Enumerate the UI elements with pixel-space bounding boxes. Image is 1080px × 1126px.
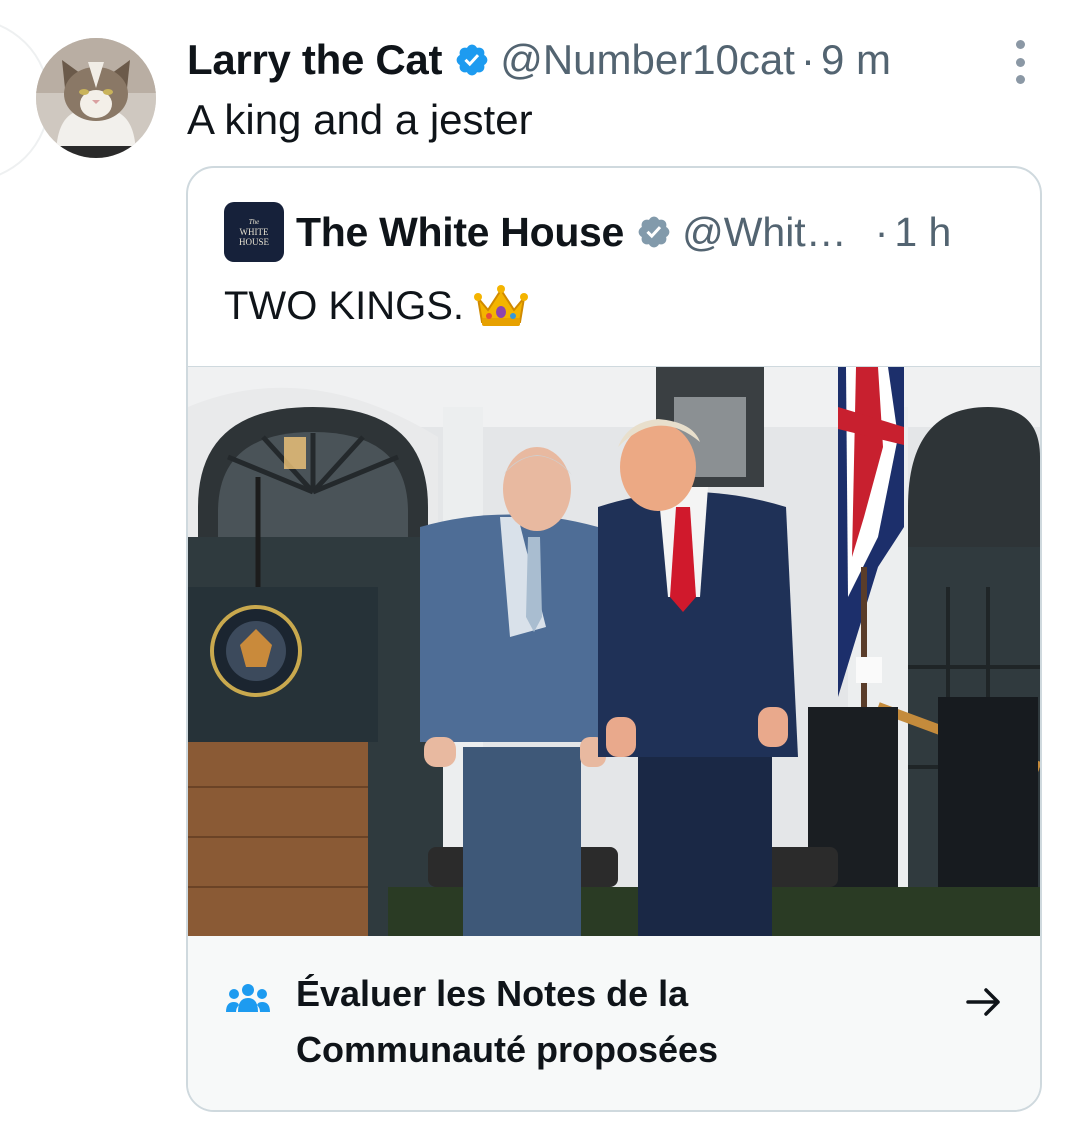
- community-notes-bar[interactable]: Évaluer les Notes de la Communauté propo…: [188, 936, 1040, 1110]
- author-handle[interactable]: @Number10cat: [500, 36, 795, 84]
- author-name[interactable]: Larry the Cat: [187, 36, 442, 84]
- quoted-text-row: TWO KINGS.: [224, 280, 528, 332]
- avatar[interactable]: [36, 38, 156, 158]
- notes-line-2: Communauté proposées: [296, 1029, 719, 1070]
- quoted-tweet[interactable]: The WHITE HOUSE The White House @Whit… ·…: [186, 166, 1042, 1112]
- notes-line-1: Évaluer les Notes de la: [296, 973, 689, 1014]
- quoted-timestamp[interactable]: 1 h: [894, 209, 951, 256]
- more-vertical-icon[interactable]: [1008, 40, 1032, 84]
- quoted-handle[interactable]: @Whit…: [682, 209, 847, 256]
- cat-avatar-image: [36, 38, 156, 158]
- crown-emoji-icon: [474, 284, 528, 328]
- people-icon: [226, 982, 270, 1021]
- separator-dot: ·: [800, 36, 815, 83]
- quoted-separator-dot: ·: [874, 208, 889, 255]
- tweet-header: Larry the Cat @Number10cat · 9 m: [187, 30, 1047, 90]
- community-notes-label: Évaluer les Notes de la Communauté propo…: [296, 966, 916, 1078]
- tweet-photo: [188, 367, 1040, 937]
- avatar-line-2: WHITE: [239, 227, 269, 237]
- timestamp[interactable]: 9 m: [821, 36, 891, 84]
- white-house-avatar[interactable]: The WHITE HOUSE: [224, 202, 284, 262]
- arrow-right-icon[interactable]: [964, 984, 1004, 1025]
- verified-badge-icon: [454, 42, 490, 78]
- quoted-author-name[interactable]: The White House: [296, 209, 624, 256]
- photo-two-men-at-podium[interactable]: [188, 366, 1040, 938]
- avatar-line-1: The: [248, 218, 260, 226]
- avatar-line-3: HOUSE: [238, 237, 269, 247]
- gray-verified-badge-icon: [636, 214, 672, 250]
- quoted-text: TWO KINGS.: [224, 284, 464, 328]
- tweet-text: A king and a jester: [187, 96, 533, 143]
- quoted-header: The White House @Whit… · 1 h: [296, 202, 1016, 262]
